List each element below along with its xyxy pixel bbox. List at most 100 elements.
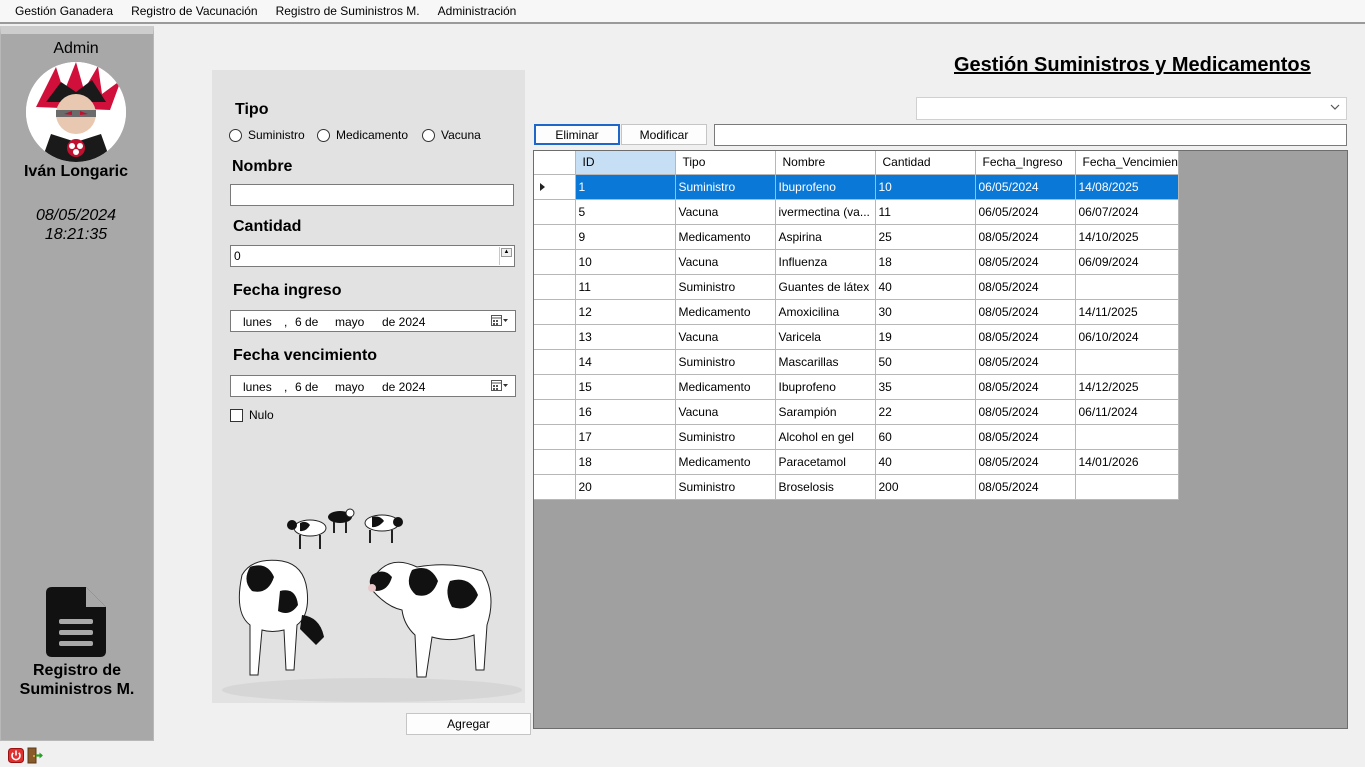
cell-tipo[interactable]: Suministro — [675, 424, 776, 450]
cell-cantidad[interactable]: 22 — [875, 399, 976, 425]
modificar-button[interactable]: Modificar — [621, 124, 707, 145]
nulo-checkbox[interactable]: Nulo — [230, 408, 274, 422]
row-header[interactable] — [534, 199, 576, 225]
cell-fecha-ingreso[interactable]: 08/05/2024 — [975, 224, 1076, 250]
calendar-icon[interactable] — [491, 315, 509, 327]
cell-cantidad[interactable]: 35 — [875, 374, 976, 400]
cell-nombre[interactable]: Influenza — [775, 249, 876, 275]
table-row[interactable]: 9 Medicamento Aspirina 25 08/05/2024 14/10/20… — [534, 224, 1179, 250]
cell-fecha-ingreso[interactable]: 08/05/2024 — [975, 274, 1076, 300]
cell-nombre[interactable]: Broselosis — [775, 474, 876, 500]
cell-id[interactable]: 14 — [575, 349, 676, 375]
cell-id[interactable]: 13 — [575, 324, 676, 350]
nombre-input[interactable] — [230, 184, 514, 206]
row-header[interactable] — [534, 374, 576, 400]
cell-fecha-ingreso[interactable]: 08/05/2024 — [975, 449, 1076, 475]
cell-fecha-vencimiento[interactable]: 14/11/2025 — [1075, 299, 1179, 325]
row-header[interactable] — [534, 224, 576, 250]
cell-fecha-ingreso[interactable]: 08/05/2024 — [975, 374, 1076, 400]
cell-fecha-vencimiento[interactable]: 06/09/2024 — [1075, 249, 1179, 275]
chevron-down-icon[interactable] — [1330, 102, 1340, 112]
row-header[interactable] — [534, 399, 576, 425]
row-header[interactable] — [534, 249, 576, 275]
cell-cantidad[interactable]: 18 — [875, 249, 976, 275]
cell-tipo[interactable]: Suministro — [675, 174, 776, 200]
column-header-nombre[interactable]: Nombre — [775, 151, 876, 175]
column-header-cantidad[interactable]: Cantidad — [875, 151, 976, 175]
radio-circle[interactable] — [229, 128, 242, 142]
cell-fecha-vencimiento[interactable]: 14/10/2025 — [1075, 224, 1179, 250]
cell-id[interactable]: 1 — [575, 174, 676, 200]
cell-fecha-ingreso[interactable]: 08/05/2024 — [975, 249, 1076, 275]
cell-tipo[interactable]: Medicamento — [675, 299, 776, 325]
cell-fecha-ingreso[interactable]: 08/05/2024 — [975, 324, 1076, 350]
cell-cantidad[interactable]: 25 — [875, 224, 976, 250]
cell-cantidad[interactable]: 40 — [875, 274, 976, 300]
row-header[interactable] — [534, 324, 576, 350]
cell-fecha-ingreso[interactable]: 06/05/2024 — [975, 199, 1076, 225]
cell-fecha-vencimiento[interactable]: 06/10/2024 — [1075, 324, 1179, 350]
cell-cantidad[interactable]: 200 — [875, 474, 976, 500]
cell-tipo[interactable]: Medicamento — [675, 374, 776, 400]
cell-fecha-vencimiento[interactable]: 06/07/2024 — [1075, 199, 1179, 225]
column-header-fecha-vencimiento[interactable]: Fecha_Vencimien — [1075, 151, 1179, 175]
cell-tipo[interactable]: Medicamento — [675, 224, 776, 250]
cell-tipo[interactable]: Vacuna — [675, 199, 776, 225]
table-row[interactable]: 18 Medicamento Paracetamol 40 08/05/2024 14/0… — [534, 449, 1179, 475]
cell-nombre[interactable]: Ibuprofeno — [775, 374, 876, 400]
cell-fecha-vencimiento[interactable] — [1075, 474, 1179, 500]
cell-id[interactable]: 11 — [575, 274, 676, 300]
menu-gestion-ganadera[interactable]: Gestión Ganadera — [6, 0, 122, 22]
cell-id[interactable]: 17 — [575, 424, 676, 450]
cell-cantidad[interactable]: 40 — [875, 449, 976, 475]
cell-fecha-ingreso[interactable]: 08/05/2024 — [975, 399, 1076, 425]
table-row[interactable]: 14 Suministro Mascarillas 50 08/05/2024 — [534, 349, 1179, 375]
cell-nombre[interactable]: Paracetamol — [775, 449, 876, 475]
cell-tipo[interactable]: Suministro — [675, 349, 776, 375]
search-input[interactable] — [714, 124, 1347, 146]
radio-suministro[interactable]: Suministro — [229, 128, 305, 142]
cell-tipo[interactable]: Medicamento — [675, 449, 776, 475]
table-row[interactable]: 17 Suministro Alcohol en gel 60 08/05/2024 — [534, 424, 1179, 450]
table-row[interactable]: 12 Medicamento Amoxicilina 30 08/05/2024 14/1… — [534, 299, 1179, 325]
cell-fecha-ingreso[interactable]: 08/05/2024 — [975, 474, 1076, 500]
table-row[interactable]: 1 Suministro Ibuprofeno 10 06/05/2024 14/08/2… — [534, 174, 1179, 200]
table-row[interactable]: 15 Medicamento Ibuprofeno 35 08/05/2024 14/12… — [534, 374, 1179, 400]
fecha-ingreso-picker[interactable]: lunes , 6 de mayo de 2024 — [230, 310, 516, 332]
cell-tipo[interactable]: Suministro — [675, 274, 776, 300]
cell-id[interactable]: 5 — [575, 199, 676, 225]
cell-fecha-vencimiento[interactable]: 14/08/2025 — [1075, 174, 1179, 200]
eliminar-button[interactable]: Eliminar — [534, 124, 620, 145]
fecha-vencimiento-picker[interactable]: lunes , 6 de mayo de 2024 — [230, 375, 516, 397]
cell-id[interactable]: 15 — [575, 374, 676, 400]
cell-fecha-vencimiento[interactable] — [1075, 274, 1179, 300]
cell-tipo[interactable]: Vacuna — [675, 324, 776, 350]
stepper-buttons[interactable]: ▲ — [499, 247, 513, 265]
cell-id[interactable]: 9 — [575, 224, 676, 250]
calendar-icon[interactable] — [491, 380, 509, 392]
row-header[interactable] — [534, 424, 576, 450]
cell-tipo[interactable]: Vacuna — [675, 399, 776, 425]
table-row[interactable]: 20 Suministro Broselosis 200 08/05/2024 — [534, 474, 1179, 500]
cell-fecha-vencimiento[interactable] — [1075, 349, 1179, 375]
radio-circle[interactable] — [317, 128, 330, 142]
table-row[interactable]: 16 Vacuna Sarampión 22 08/05/2024 06/11/2024 — [534, 399, 1179, 425]
cell-id[interactable]: 12 — [575, 299, 676, 325]
cell-cantidad[interactable]: 60 — [875, 424, 976, 450]
table-row[interactable]: 5 Vacuna ivermectina (va... 11 06/05/2024 06/… — [534, 199, 1179, 225]
cell-fecha-vencimiento[interactable] — [1075, 424, 1179, 450]
checkbox-box[interactable] — [230, 408, 243, 422]
row-header[interactable] — [534, 174, 576, 200]
cantidad-stepper[interactable]: 0 ▲ — [230, 245, 515, 267]
cell-cantidad[interactable]: 11 — [875, 199, 976, 225]
power-icon[interactable] — [8, 748, 24, 763]
row-header[interactable] — [534, 449, 576, 475]
cell-fecha-vencimiento[interactable]: 06/11/2024 — [1075, 399, 1179, 425]
column-header-id[interactable]: ID — [575, 151, 676, 175]
column-header-fecha-ingreso[interactable]: Fecha_Ingreso — [975, 151, 1076, 175]
cell-fecha-vencimiento[interactable]: 14/12/2025 — [1075, 374, 1179, 400]
cell-nombre[interactable]: Amoxicilina — [775, 299, 876, 325]
row-header[interactable] — [534, 299, 576, 325]
cell-tipo[interactable]: Suministro — [675, 474, 776, 500]
cell-fecha-ingreso[interactable]: 08/05/2024 — [975, 349, 1076, 375]
